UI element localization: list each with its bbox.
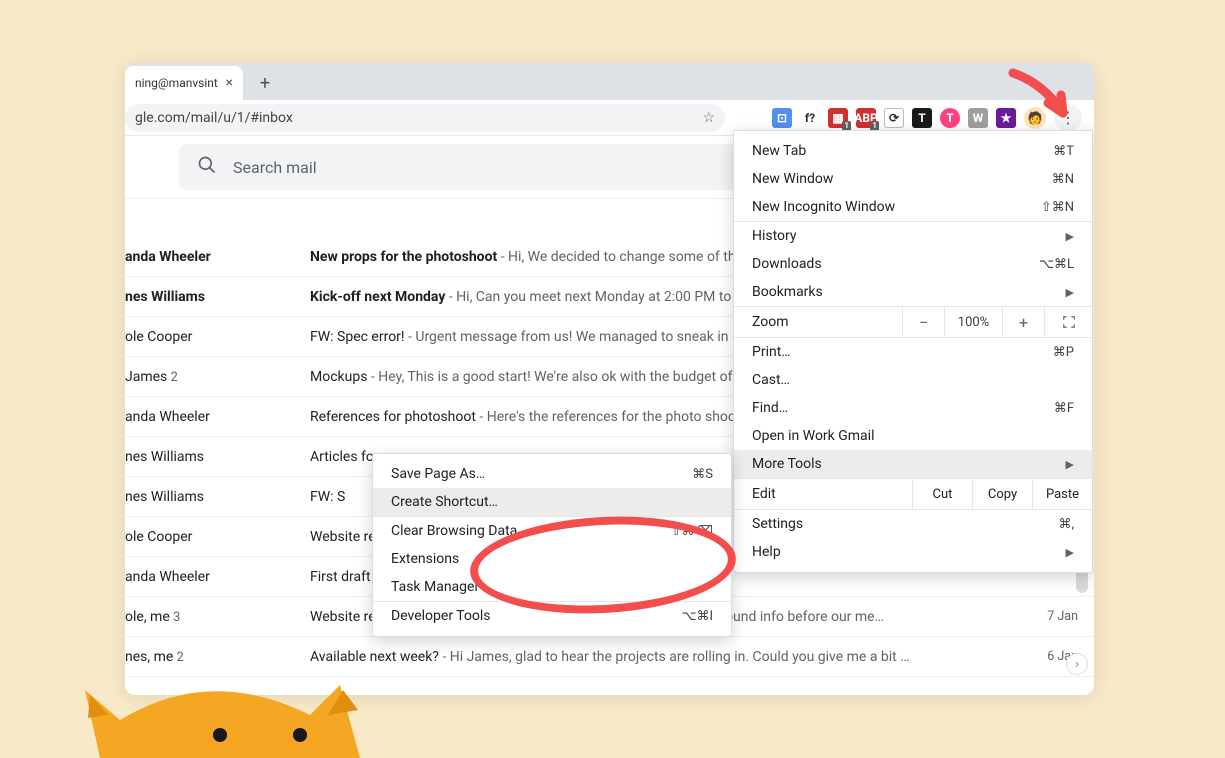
more-vert-icon: ⋮ — [1060, 116, 1076, 120]
mail-date: 7 Jan — [1020, 609, 1078, 624]
menu-downloads[interactable]: Downloads⌥⌘L — [734, 250, 1092, 278]
menu-clear-browsing-data[interactable]: Clear Browsing Data⇧⌘⌫ — [373, 517, 731, 545]
extension-icon[interactable]: f? — [800, 108, 820, 128]
mail-sender: nes Williams — [125, 489, 300, 505]
mail-sender: nes Williams — [125, 449, 300, 465]
extension-icon[interactable]: ▦1 — [828, 108, 848, 128]
menu-new-window[interactable]: New Window⌘N — [734, 165, 1092, 193]
fullscreen-button[interactable] — [1044, 307, 1092, 337]
more-tools-submenu: Save Page As…⌘S Create Shortcut… Clear B… — [372, 453, 732, 637]
menu-task-manager[interactable]: Task Manager — [373, 573, 731, 601]
menu-bookmarks[interactable]: Bookmarks▶ — [734, 278, 1092, 306]
extension-icon[interactable]: ⟳ — [884, 108, 904, 128]
menu-print[interactable]: Print…⌘P — [734, 338, 1092, 366]
browser-main-menu: New Tab⌘T New Window⌘N New Incognito Win… — [733, 130, 1093, 573]
mail-sender: James 2 — [125, 369, 300, 385]
url-text: gle.com/mail/u/1/#inbox — [135, 110, 293, 126]
adblock-icon[interactable]: ABP1 — [856, 108, 876, 128]
profile-avatar[interactable]: 🧑 — [1024, 107, 1046, 129]
mail-sender: ole, me 3 — [125, 609, 300, 625]
mail-sender: anda Wheeler — [125, 569, 300, 585]
menu-save-page-as[interactable]: Save Page As…⌘S — [373, 460, 731, 488]
omnibox[interactable]: gle.com/mail/u/1/#inbox ☆ — [125, 104, 725, 132]
menu-zoom-row: Zoom − 100% + — [734, 306, 1092, 338]
mail-sender: ole Cooper — [125, 529, 300, 545]
menu-help[interactable]: Help▶ — [734, 538, 1092, 566]
menu-edit-row: Edit Cut Copy Paste — [734, 478, 1092, 510]
scroll-right-icon[interactable]: › — [1066, 653, 1088, 675]
extension-icon[interactable]: ⊡ — [772, 108, 792, 128]
chevron-right-icon: ▶ — [1066, 458, 1074, 471]
zoom-in-button[interactable]: + — [1002, 307, 1044, 337]
search-icon — [197, 155, 217, 179]
browser-menu-button[interactable]: ⋮ — [1054, 104, 1082, 132]
menu-create-shortcut[interactable]: Create Shortcut… — [373, 488, 731, 516]
zoom-out-button[interactable]: − — [902, 307, 944, 337]
menu-find[interactable]: Find…⌘F — [734, 394, 1092, 422]
menu-cut[interactable]: Cut — [912, 479, 972, 509]
bookmark-star-icon[interactable]: ☆ — [702, 110, 715, 126]
chevron-right-icon: ▶ — [1066, 286, 1074, 299]
chevron-right-icon: ▶ — [1066, 230, 1074, 243]
extension-icon[interactable]: T — [940, 108, 960, 128]
mail-sender: anda Wheeler — [125, 249, 300, 265]
mail-row[interactable]: nes, me 2 Available next week? - Hi James… — [125, 637, 1094, 677]
menu-new-tab[interactable]: New Tab⌘T — [734, 137, 1092, 165]
menu-more-tools[interactable]: More Tools▶ — [734, 450, 1092, 478]
search-placeholder: Search mail — [233, 158, 317, 177]
close-icon[interactable]: × — [226, 75, 233, 91]
menu-copy[interactable]: Copy — [972, 479, 1032, 509]
menu-settings[interactable]: Settings⌘, — [734, 510, 1092, 538]
menu-extensions[interactable]: Extensions — [373, 545, 731, 573]
tab-title: ning@manvsint — [135, 76, 218, 90]
extension-icon[interactable]: W — [968, 108, 988, 128]
menu-history[interactable]: History▶ — [734, 222, 1092, 250]
menu-open-work-gmail[interactable]: Open in Work Gmail — [734, 422, 1092, 450]
extension-tray: ⊡ f? ▦1 ABP1 ⟳ T T W ★ 🧑 ⋮ — [772, 104, 1086, 132]
mail-sender: ole Cooper — [125, 329, 300, 345]
menu-paste[interactable]: Paste — [1032, 479, 1092, 509]
tab-bar: ning@manvsint × + — [125, 63, 1094, 100]
extension-icon[interactable]: ★ — [996, 108, 1016, 128]
mail-sender: anda Wheeler — [125, 409, 300, 425]
mail-sender: nes, me 2 — [125, 649, 300, 665]
menu-cast[interactable]: Cast… — [734, 366, 1092, 394]
browser-tab[interactable]: ning@manvsint × — [125, 66, 243, 100]
browser-window: ning@manvsint × + gle.com/mail/u/1/#inbo… — [125, 63, 1094, 695]
menu-new-incognito[interactable]: New Incognito Window⇧⌘N — [734, 193, 1092, 221]
zoom-value: 100% — [944, 307, 1002, 337]
mail-sender: nes Williams — [125, 289, 300, 305]
mail-subject: Available next week? - Hi James, glad to… — [310, 649, 1010, 665]
menu-developer-tools[interactable]: Developer Tools⌥⌘I — [373, 602, 731, 630]
extension-icon[interactable]: T — [912, 108, 932, 128]
new-tab-button[interactable]: + — [251, 69, 279, 97]
chevron-right-icon: ▶ — [1066, 546, 1074, 559]
